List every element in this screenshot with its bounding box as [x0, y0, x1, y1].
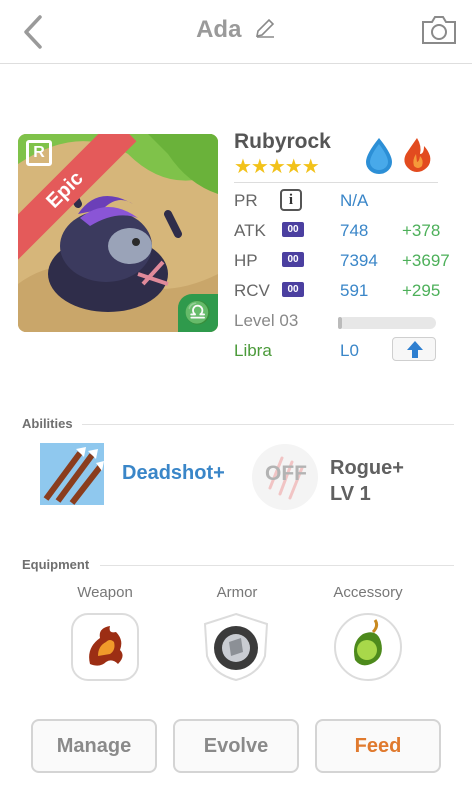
stat-bonus: +295: [402, 281, 441, 300]
stat-bonus: +3697: [402, 251, 450, 270]
plus-badge: 00: [282, 222, 304, 237]
weapon-icon[interactable]: [70, 612, 140, 682]
level-progress-bar: [338, 317, 436, 329]
armor-icon[interactable]: [201, 612, 271, 682]
ability-off-label: OFF: [265, 462, 307, 485]
stat-row-sign: Libra L0: [234, 337, 444, 365]
feed-button[interactable]: Feed: [315, 719, 441, 773]
level-label: Level 03: [234, 311, 299, 330]
water-drop-icon: [366, 138, 392, 174]
stat-row-hp: HP 00 7394 +3697: [234, 249, 450, 275]
accessory-icon[interactable]: [333, 612, 403, 682]
weapon-label: Weapon: [77, 584, 133, 601]
stat-label: HP: [234, 251, 258, 270]
abilities-heading: Abilities: [22, 416, 73, 431]
stat-label: ATK: [234, 221, 266, 240]
fire-icon: [404, 138, 431, 172]
monster-card[interactable]: Epic R ♎: [18, 134, 218, 332]
stat-value: 7394: [340, 251, 378, 270]
stat-value: 748: [340, 221, 369, 240]
top-bar: Ada: [0, 0, 472, 64]
libra-sign-icon: ♎: [178, 294, 218, 332]
stat-row-level: Level 03: [234, 309, 444, 335]
stat-row-atk: ATK 00 748 +378: [234, 219, 444, 245]
accessory-label: Accessory: [333, 584, 403, 601]
monster-name: Rubyrock: [234, 130, 331, 153]
plus-badge: 00: [282, 252, 304, 267]
manage-button[interactable]: Manage: [31, 719, 157, 773]
evolve-button[interactable]: Evolve: [173, 719, 299, 773]
equipment-heading: Equipment: [22, 557, 90, 572]
info-icon[interactable]: i: [280, 189, 302, 211]
sign-label: Libra: [234, 341, 272, 360]
stat-value: 591: [340, 281, 369, 300]
secondary-ability-name: Rogue+: [330, 457, 404, 479]
star-rating: ★★★★★: [234, 156, 320, 178]
stat-row-rcv: RCV 00 591 +295: [234, 279, 444, 305]
pencil-edit-icon[interactable]: [254, 17, 276, 39]
stat-label: PR: [234, 191, 258, 210]
level-progress-fill: [338, 317, 342, 329]
equipment-divider: [100, 565, 454, 566]
armor-label: Armor: [216, 584, 258, 601]
plus-badge: 00: [282, 282, 304, 297]
stat-label: RCV: [234, 281, 270, 300]
stats-divider: [234, 182, 438, 183]
deadshot-ability-icon[interactable]: [40, 443, 104, 505]
title-wrap: Ada: [0, 16, 472, 44]
stat-value: N/A: [340, 191, 369, 210]
upgrade-button[interactable]: [392, 337, 436, 361]
primary-ability-name[interactable]: Deadshot+: [122, 462, 225, 485]
secondary-ability-level: LV 1: [330, 483, 371, 505]
sign-value: L0: [340, 341, 359, 360]
page-title: Ada: [196, 16, 242, 43]
secondary-ability-info: Rogue+ LV 1: [330, 455, 404, 507]
abilities-divider: [82, 424, 454, 425]
stat-bonus: +378: [402, 221, 441, 240]
arrows-icon: [40, 443, 104, 505]
up-arrow-icon: [407, 341, 423, 358]
stat-row-pr: PR i N/A: [234, 189, 444, 215]
rarity-badge: R: [26, 140, 52, 166]
camera-icon[interactable]: [420, 14, 458, 46]
